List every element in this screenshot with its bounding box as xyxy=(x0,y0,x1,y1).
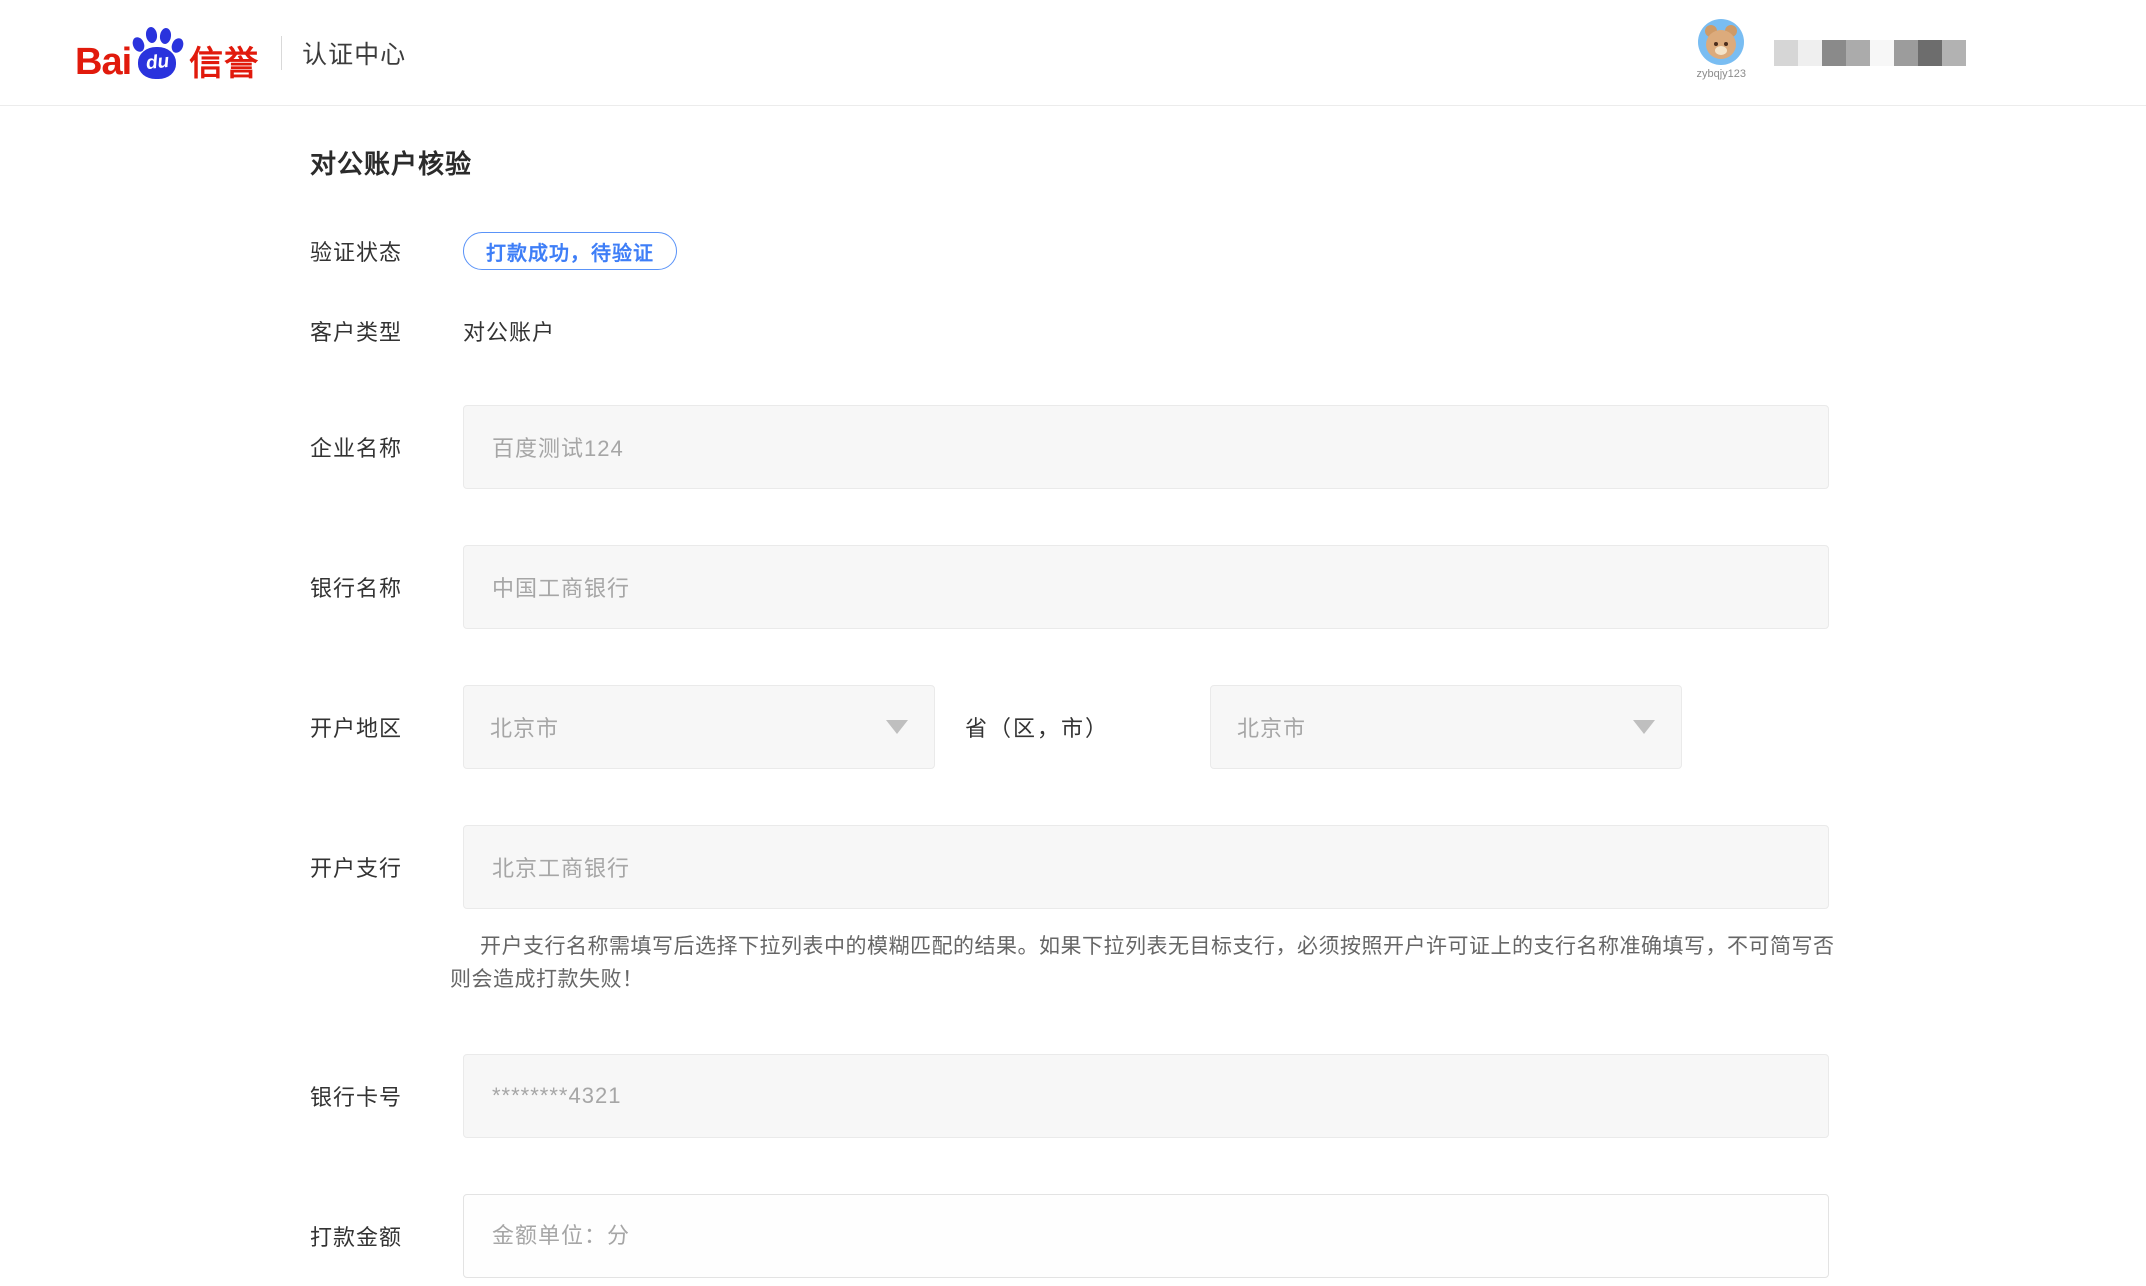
form-row-branch: 开户支行 xyxy=(310,825,2146,909)
form-row-status: 验证状态 打款成功，待验证 xyxy=(310,231,2146,271)
city-select[interactable]: 北京市 xyxy=(1210,685,1682,769)
amount-input[interactable] xyxy=(463,1194,1829,1278)
user-avatar-block[interactable]: zybqjy123 xyxy=(1696,19,1746,80)
form-row-card-number: 银行卡号 xyxy=(310,1054,2146,1138)
header-right: zybqjy123 xyxy=(1696,25,1966,80)
branch-help-text: 开户支行名称需填写后选择下拉列表中的模糊匹配的结果。如果下拉列表无目标支行，必须… xyxy=(450,931,1850,996)
logo-text-xinyu: 信誉 xyxy=(189,47,259,81)
redacted-text-block xyxy=(1774,40,1966,66)
status-label: 验证状态 xyxy=(310,235,463,267)
logo-text-du: du xyxy=(144,50,169,74)
company-name-label: 企业名称 xyxy=(310,431,463,463)
region-label: 开户地区 xyxy=(310,711,463,743)
card-number-input[interactable] xyxy=(463,1054,1829,1138)
bank-name-label: 银行名称 xyxy=(310,571,463,603)
branch-input[interactable] xyxy=(463,825,1829,909)
verification-form: 验证状态 打款成功，待验证 客户类型 对公账户 企业名称 银行名称 开户地区 北… xyxy=(310,231,2146,1278)
logo-text-bai: Bai xyxy=(75,43,131,81)
top-header: Bai du 信誉 认证中心 zybqjy123 xyxy=(0,0,2146,106)
bear-avatar-icon xyxy=(1698,19,1744,65)
header-divider xyxy=(281,36,282,70)
header-title: 认证中心 xyxy=(302,35,406,71)
form-row-bank-name: 银行名称 xyxy=(310,545,2146,629)
province-select[interactable]: 北京市 xyxy=(463,685,935,769)
bank-name-input[interactable] xyxy=(463,545,1829,629)
region-middle-label: 省（区，市） xyxy=(965,711,1135,743)
amount-label: 打款金额 xyxy=(310,1220,463,1252)
form-row-customer-type: 客户类型 对公账户 xyxy=(310,313,2146,349)
status-badge: 打款成功，待验证 xyxy=(463,232,677,270)
main-content: 对公账户核验 验证状态 打款成功，待验证 客户类型 对公账户 企业名称 银行名称… xyxy=(0,106,2146,1278)
form-row-company-name: 企业名称 xyxy=(310,405,2146,489)
baidu-paw-icon: du xyxy=(131,25,183,81)
form-row-region: 开户地区 北京市 省（区，市） 北京市 xyxy=(310,685,2146,769)
card-number-label: 银行卡号 xyxy=(310,1080,463,1112)
page-title: 对公账户核验 xyxy=(310,144,2146,181)
baidu-xinyu-logo[interactable]: Bai du 信誉 xyxy=(75,25,259,81)
chevron-down-icon xyxy=(1633,720,1655,734)
company-name-input[interactable] xyxy=(463,405,1829,489)
customer-type-value: 对公账户 xyxy=(463,315,555,347)
province-select-value: 北京市 xyxy=(490,711,886,743)
branch-label: 开户支行 xyxy=(310,851,463,883)
username-label: zybqjy123 xyxy=(1696,68,1746,80)
city-select-value: 北京市 xyxy=(1237,711,1633,743)
customer-type-label: 客户类型 xyxy=(310,315,463,347)
chevron-down-icon xyxy=(886,720,908,734)
form-row-amount: 打款金额 xyxy=(310,1194,2146,1278)
